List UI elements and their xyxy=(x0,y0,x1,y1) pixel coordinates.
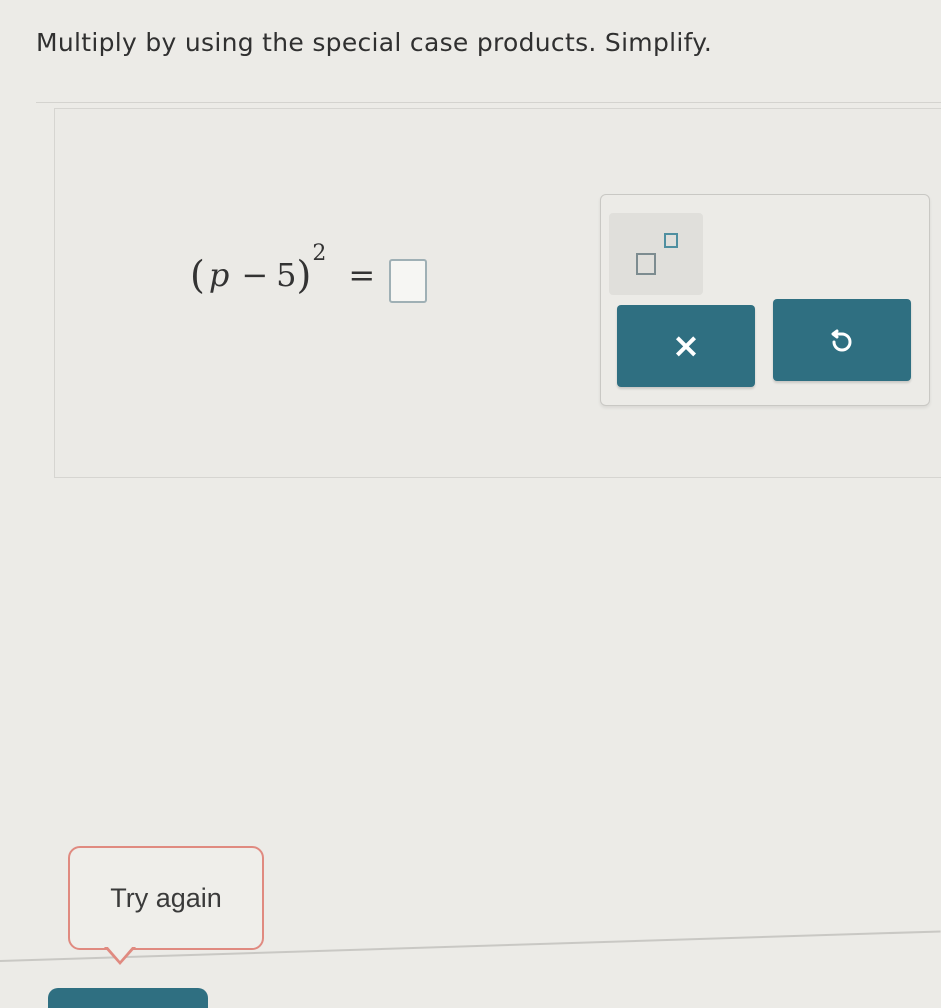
feedback-bubble-tail-fill xyxy=(107,946,133,961)
divider-top xyxy=(36,102,941,103)
answer-input-box[interactable] xyxy=(389,259,428,303)
undo-button[interactable] xyxy=(773,299,911,381)
clear-button[interactable]: × xyxy=(617,305,755,387)
close-paren: ) xyxy=(296,253,312,297)
feedback-bubble: Try again xyxy=(68,846,264,950)
exponent-button[interactable] xyxy=(609,213,703,295)
open-paren: ( xyxy=(190,253,205,297)
equation: ( p − 5 ) 2 = xyxy=(190,240,428,310)
instructions-text: Multiply by using the special case produ… xyxy=(36,28,713,57)
close-icon: × xyxy=(671,326,701,366)
math-keypad: × xyxy=(600,194,930,406)
constant-five: 5 xyxy=(276,256,297,294)
base-square-icon xyxy=(636,253,656,275)
superscript-square-icon xyxy=(664,233,678,248)
exponent-two: 2 xyxy=(312,240,327,266)
equals-sign: = xyxy=(348,256,376,294)
undo-icon xyxy=(829,326,855,354)
bottom-action-button[interactable] xyxy=(48,988,208,1008)
variable-p: p xyxy=(208,256,230,294)
minus-operator: − xyxy=(241,256,269,294)
feedback-message: Try again xyxy=(110,882,222,913)
